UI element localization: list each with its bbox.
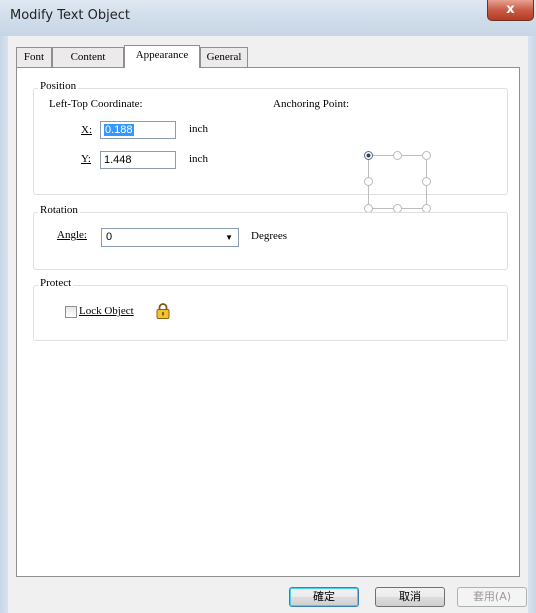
title-bar[interactable]: Modify Text Object x — [0, 0, 536, 36]
angle-dropdown[interactable]: 0 ▼ — [101, 228, 239, 247]
x-coordinate-value: 0.188 — [104, 124, 134, 136]
window-frame-left — [0, 36, 8, 613]
tab-font[interactable]: Font — [16, 47, 52, 67]
tab-general[interactable]: General — [200, 47, 248, 67]
anchor-point-middle-left[interactable] — [364, 177, 373, 186]
protect-group-title: Protect — [38, 277, 74, 289]
anchor-point-top-left[interactable] — [364, 151, 373, 160]
y-coordinate-label: Y: — [81, 153, 91, 165]
lock-object-label[interactable]: Lock Object — [79, 305, 134, 317]
dropdown-arrow-icon[interactable]: ▼ — [225, 229, 233, 246]
rotation-group-title: Rotation — [38, 204, 80, 216]
anchor-point-top-right[interactable] — [422, 151, 431, 160]
anchor-point-top-center[interactable] — [393, 151, 402, 160]
angle-label: Angle: — [57, 229, 87, 241]
x-coordinate-label: X: — [81, 124, 92, 136]
y-unit-label: inch — [189, 153, 208, 165]
close-button[interactable]: x — [487, 0, 534, 21]
apply-button[interactable]: 套用(A) — [457, 587, 527, 607]
x-coordinate-input[interactable]: 0.188 — [100, 121, 176, 139]
anchor-point-middle-right[interactable] — [422, 177, 431, 186]
anchoring-point-selector — [364, 151, 434, 213]
window-title: Modify Text Object — [10, 8, 130, 23]
tab-appearance[interactable]: Appearance — [124, 45, 200, 68]
lock-object-text: Lock Object — [79, 305, 134, 317]
y-coordinate-input[interactable]: 1.448 — [100, 151, 176, 169]
window-frame-right — [528, 36, 536, 613]
position-group-title: Position — [38, 80, 79, 92]
x-unit-label: inch — [189, 123, 208, 135]
appearance-tab-panel: Position Left-Top Coordinate: X: 0.188 i… — [16, 67, 520, 577]
left-top-coordinate-label: Left-Top Coordinate: — [49, 98, 143, 110]
y-coordinate-value: 1.448 — [104, 154, 132, 166]
angle-value: 0 — [106, 231, 113, 243]
anchoring-point-label: Anchoring Point: — [273, 98, 350, 110]
ok-button[interactable]: 確定 — [289, 587, 359, 607]
padlock-icon — [156, 303, 170, 319]
cancel-button[interactable]: 取消 — [375, 587, 445, 607]
degrees-unit-label: Degrees — [251, 230, 288, 242]
modify-text-object-dialog: Modify Text Object x Font Content Appear… — [0, 0, 536, 613]
lock-object-checkbox[interactable] — [65, 306, 77, 318]
dialog-client-area: Font Content Appearance General Position… — [8, 36, 528, 613]
tab-content[interactable]: Content — [52, 47, 124, 67]
